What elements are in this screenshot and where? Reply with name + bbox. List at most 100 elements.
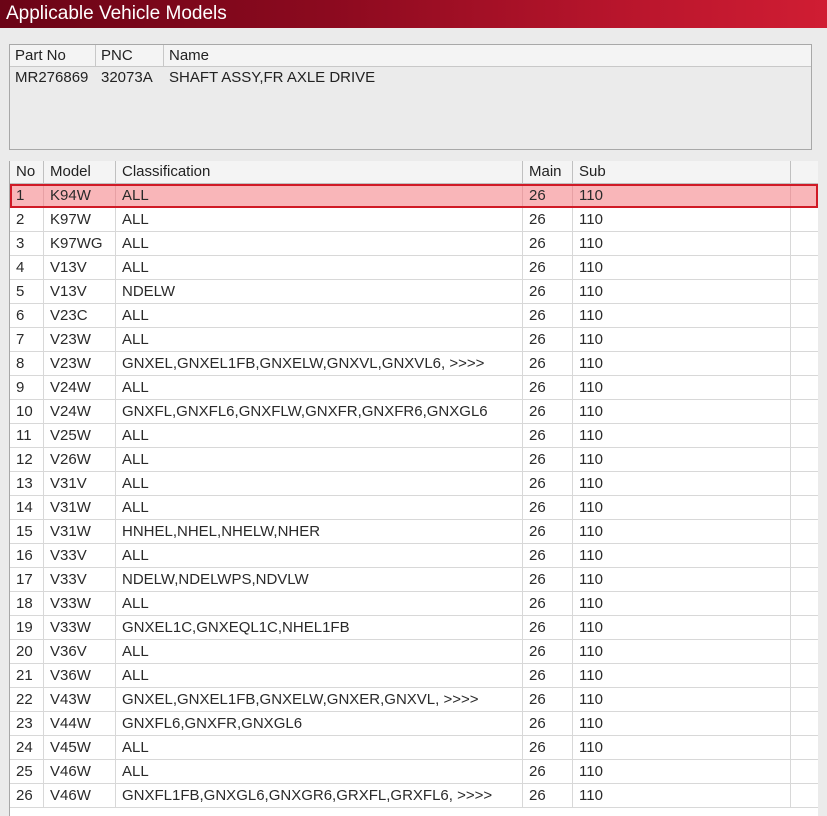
row-classification: NDELW (116, 280, 523, 303)
part-no-value: MR276869 (15, 69, 89, 86)
row-sub: 110 (573, 664, 791, 687)
row-filler (791, 616, 818, 639)
row-main: 26 (523, 472, 573, 495)
row-main: 26 (523, 400, 573, 423)
row-classification: ALL (116, 736, 523, 759)
table-row[interactable]: 17 V33V NDELW,NDELWPS,NDVLW 26 110 (10, 568, 818, 592)
row-classification: GNXEL1C,GNXEQL1C,NHEL1FB (116, 616, 523, 639)
table-row[interactable]: 15 V31W HNHEL,NHEL,NHELW,NHER 26 110 (10, 520, 818, 544)
row-classification: ALL (116, 184, 523, 207)
part-name-value: SHAFT ASSY,FR AXLE DRIVE (169, 69, 376, 86)
row-model: K94W (44, 184, 116, 207)
row-main: 26 (523, 784, 573, 807)
table-row[interactable]: 8 V23W GNXEL,GNXEL1FB,GNXELW,GNXVL,GNXVL6,… (10, 352, 818, 376)
row-filler (791, 400, 818, 423)
column-header-no[interactable]: No (10, 161, 44, 183)
column-header-sub[interactable]: Sub (573, 161, 791, 183)
row-filler (791, 472, 818, 495)
row-classification: HNHEL,NHEL,NHELW,NHER (116, 520, 523, 543)
row-main: 26 (523, 256, 573, 279)
part-info-header: Part No PNC Name (10, 45, 811, 67)
table-row[interactable]: 21 V36W ALL 26 110 (10, 664, 818, 688)
row-sub: 110 (573, 232, 791, 255)
table-row[interactable]: 13 V31V ALL 26 110 (10, 472, 818, 496)
table-row[interactable]: 14 V31W ALL 26 110 (10, 496, 818, 520)
row-main: 26 (523, 760, 573, 783)
table-row[interactable]: 12 V26W ALL 26 110 (10, 448, 818, 472)
row-model: V13V (44, 280, 116, 303)
table-row[interactable]: 5 V13V NDELW 26 110 (10, 280, 818, 304)
table-row[interactable]: 9 V24W ALL 26 110 (10, 376, 818, 400)
column-header-classification[interactable]: Classification (116, 161, 523, 183)
row-sub: 110 (573, 544, 791, 567)
row-classification: ALL (116, 640, 523, 663)
row-filler (791, 184, 818, 207)
header-part-no[interactable]: Part No (10, 45, 96, 66)
row-filler (791, 232, 818, 255)
table-row[interactable]: 1 K94W ALL 26 110 (10, 184, 818, 208)
row-sub: 110 (573, 592, 791, 615)
row-classification: ALL (116, 424, 523, 447)
row-classification: ALL (116, 664, 523, 687)
row-main: 26 (523, 352, 573, 375)
row-filler (791, 736, 818, 759)
row-classification: GNXEL,GNXEL1FB,GNXELW,GNXER,GNXVL, >>>> (116, 688, 523, 711)
table-row[interactable]: 24 V45W ALL 26 110 (10, 736, 818, 760)
row-filler (791, 544, 818, 567)
table-row[interactable]: 11 V25W ALL 26 110 (10, 424, 818, 448)
row-classification: ALL (116, 328, 523, 351)
table-row[interactable]: 6 V23C ALL 26 110 (10, 304, 818, 328)
header-pnc[interactable]: PNC (96, 45, 164, 66)
column-header-filler (791, 161, 818, 183)
row-classification: ALL (116, 208, 523, 231)
table-row[interactable]: 25 V46W ALL 26 110 (10, 760, 818, 784)
row-main: 26 (523, 712, 573, 735)
row-classification: ALL (116, 592, 523, 615)
row-classification: ALL (116, 232, 523, 255)
row-no: 12 (10, 448, 44, 471)
table-row[interactable]: 4 V13V ALL 26 110 (10, 256, 818, 280)
table-row[interactable]: 18 V33W ALL 26 110 (10, 592, 818, 616)
row-sub: 110 (573, 640, 791, 663)
row-main: 26 (523, 616, 573, 639)
row-model: V31W (44, 520, 116, 543)
row-sub: 110 (573, 376, 791, 399)
row-model: V23W (44, 328, 116, 351)
vehicle-models-grid: No Model Classification Main Sub 1 K94W AL… (9, 161, 818, 816)
row-main: 26 (523, 424, 573, 447)
table-row[interactable]: 23 V44W GNXFL6,GNXFR,GNXGL6 26 110 (10, 712, 818, 736)
row-classification: ALL (116, 760, 523, 783)
column-header-model[interactable]: Model (44, 161, 116, 183)
table-row[interactable]: 22 V43W GNXEL,GNXEL1FB,GNXELW,GNXER,GNXVL,… (10, 688, 818, 712)
row-sub: 110 (573, 184, 791, 207)
row-no: 20 (10, 640, 44, 663)
table-row[interactable]: 3 K97WG ALL 26 110 (10, 232, 818, 256)
row-filler (791, 304, 818, 327)
row-no: 8 (10, 352, 44, 375)
row-sub: 110 (573, 616, 791, 639)
table-row[interactable]: 26 V46W GNXFL1FB,GNXGL6,GNXGR6,GRXFL,GRXFL… (10, 784, 818, 808)
table-row[interactable]: 16 V33V ALL 26 110 (10, 544, 818, 568)
row-main: 26 (523, 448, 573, 471)
part-info-panel: Part No PNC Name MR276869 32073A SHAFT A… (9, 44, 812, 150)
row-no: 16 (10, 544, 44, 567)
header-name[interactable]: Name (164, 45, 811, 66)
row-main: 26 (523, 640, 573, 663)
row-main: 26 (523, 664, 573, 687)
row-model: V36W (44, 664, 116, 687)
row-main: 26 (523, 280, 573, 303)
part-info-row[interactable]: MR276869 32073A SHAFT ASSY,FR AXLE DRIVE (10, 67, 811, 89)
row-sub: 110 (573, 328, 791, 351)
table-row[interactable]: 7 V23W ALL 26 110 (10, 328, 818, 352)
row-no: 6 (10, 304, 44, 327)
column-header-main[interactable]: Main (523, 161, 573, 183)
table-row[interactable]: 2 K97W ALL 26 110 (10, 208, 818, 232)
row-model: V44W (44, 712, 116, 735)
row-classification: NDELW,NDELWPS,NDVLW (116, 568, 523, 591)
row-model: K97W (44, 208, 116, 231)
row-model: V25W (44, 424, 116, 447)
row-sub: 110 (573, 208, 791, 231)
table-row[interactable]: 10 V24W GNXFL,GNXFL6,GNXFLW,GNXFR,GNXFR6,G… (10, 400, 818, 424)
table-row[interactable]: 19 V33W GNXEL1C,GNXEQL1C,NHEL1FB 26 110 (10, 616, 818, 640)
table-row[interactable]: 20 V36V ALL 26 110 (10, 640, 818, 664)
